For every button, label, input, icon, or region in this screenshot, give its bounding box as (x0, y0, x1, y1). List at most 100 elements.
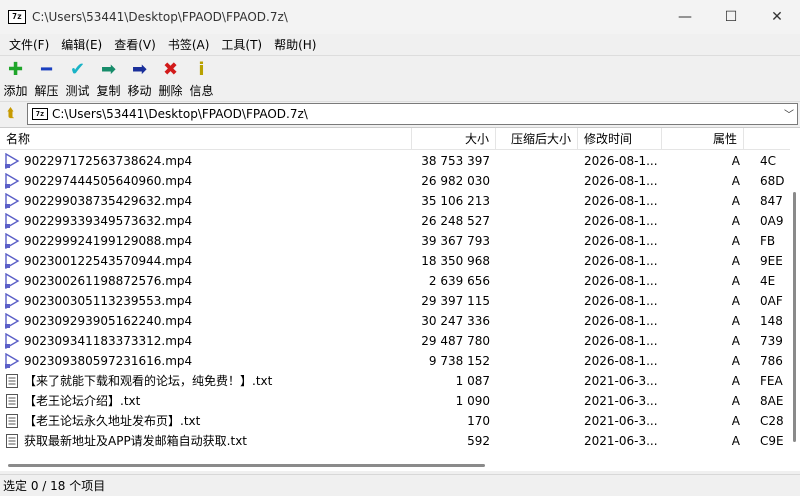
file-name: 902309341183373312.mp4 (24, 334, 193, 348)
file-list[interactable]: 名称 大小 压缩后大小 修改时间 属性 902297172563738624.m… (0, 127, 800, 471)
toolbar-test-button[interactable]: ✔ 测试 (62, 56, 93, 99)
video-file-icon (4, 213, 20, 229)
file-attributes: A (731, 374, 740, 388)
extract-icon: ━ (41, 58, 52, 80)
file-packed-size (496, 251, 572, 271)
horizontal-scroll-thumb[interactable] (8, 464, 485, 467)
maximize-button[interactable]: ☐ (708, 0, 754, 34)
file-name-cell: 获取最新地址及APP请发邮箱自动获取.txt (4, 431, 410, 451)
file-packed-size (496, 191, 572, 211)
file-size: 9 738 152 (428, 354, 490, 368)
video-file-icon (4, 273, 20, 289)
toolbar-extract-button[interactable]: ━ 解压 (31, 56, 62, 99)
text-file-icon (4, 373, 20, 389)
menu-tools[interactable]: 工具(T) (215, 36, 268, 53)
menu-edit[interactable]: 编辑(E) (55, 36, 108, 53)
file-attributes: A (731, 254, 740, 268)
menu-file[interactable]: 文件(F) (3, 36, 55, 53)
file-row[interactable]: 获取最新地址及APP请发邮箱自动获取.txt 592 2021-06-3... A C9… (0, 431, 790, 451)
file-name-cell: 【老王论坛永久地址发布页】.txt (4, 411, 410, 431)
text-file-icon (4, 413, 20, 429)
toolbar-add-button[interactable]: ✚ 添加 (0, 56, 31, 99)
file-crc: 68D (760, 174, 785, 188)
file-size: 35 106 213 (421, 194, 490, 208)
address-input[interactable]: 7z C:\Users\53441\Desktop\FPAOD\FPAOD.7z… (27, 103, 798, 125)
column-header-attributes[interactable]: 属性 (662, 128, 744, 150)
file-row[interactable]: 902309341183373312.mp4 29 487 780 2026-08-… (0, 331, 790, 351)
file-row[interactable]: 902300122543570944.mp4 18 350 968 2026-08-… (0, 251, 790, 271)
file-name: 902297444505640960.mp4 (24, 174, 193, 188)
file-crc: 148 (760, 314, 783, 328)
toolbar-info-button[interactable]: i 信息 (186, 56, 217, 99)
horizontal-scrollbar[interactable] (0, 460, 790, 471)
file-packed-size (496, 151, 572, 171)
toolbar-delete-button[interactable]: ✖ 删除 (155, 56, 186, 99)
menu-bookmarks[interactable]: 书签(A) (162, 36, 216, 53)
menu-view[interactable]: 查看(V) (108, 36, 162, 53)
file-name-cell: 902300305113239553.mp4 (4, 291, 410, 311)
file-crc: FEA (760, 374, 783, 388)
file-crc: FB (760, 234, 776, 248)
file-size: 2 639 656 (428, 274, 490, 288)
column-header-name[interactable]: 名称 (0, 128, 412, 150)
up-folder-icon[interactable]: ⮬ (0, 103, 22, 125)
address-path: C:\Users\53441\Desktop\FPAOD\FPAOD.7z\ (52, 107, 308, 121)
file-row[interactable]: 【来了就能下载和观看的论坛，纯免费！】.txt 1 087 2021-06-3...… (0, 371, 790, 391)
video-file-icon (4, 233, 20, 249)
file-row[interactable]: 902299924199129088.mp4 39 367 793 2026-08-… (0, 231, 790, 251)
close-button[interactable]: ✕ (754, 0, 800, 34)
toolbar-label: 信息 (189, 84, 214, 98)
file-crc: C28 (760, 414, 784, 428)
file-row[interactable]: 902299038735429632.mp4 35 106 213 2026-08-… (0, 191, 790, 211)
file-row[interactable]: 902299339349573632.mp4 26 248 527 2026-08-… (0, 211, 790, 231)
file-row[interactable]: 【老王论坛介绍】.txt 1 090 2021-06-3... A 8AE (0, 391, 790, 411)
video-file-icon (4, 253, 20, 269)
archive-icon: 7z (32, 108, 48, 120)
file-name: 902300122543570944.mp4 (24, 254, 193, 268)
file-name-cell: 【老王论坛介绍】.txt (4, 391, 410, 411)
file-modified: 2026-08-1... (584, 214, 658, 228)
file-modified: 2026-08-1... (584, 154, 658, 168)
toolbar-label: 解压 (34, 84, 59, 98)
vertical-scrollbar[interactable] (790, 128, 800, 471)
file-attributes: A (731, 354, 740, 368)
file-crc: 786 (760, 354, 783, 368)
file-attributes: A (731, 414, 740, 428)
file-row[interactable]: 902300305113239553.mp4 29 397 115 2026-08-… (0, 291, 790, 311)
minimize-button[interactable]: — (662, 0, 708, 34)
file-row[interactable]: 902297444505640960.mp4 26 982 030 2026-08-… (0, 171, 790, 191)
toolbar-move-button[interactable]: ➡ 移动 (124, 56, 155, 99)
text-file-icon (4, 393, 20, 409)
file-packed-size (496, 311, 572, 331)
file-crc: 4E (760, 274, 776, 288)
column-header-packed-size[interactable]: 压缩后大小 (496, 128, 578, 150)
column-header-modified[interactable]: 修改时间 (578, 128, 662, 150)
file-modified: 2026-08-1... (584, 334, 658, 348)
file-row[interactable]: 902309380597231616.mp4 9 738 152 2026-08-1… (0, 351, 790, 371)
file-attributes: A (731, 314, 740, 328)
menu-help[interactable]: 帮助(H) (268, 36, 322, 53)
toolbar-copy-button[interactable]: ➡ 复制 (93, 56, 124, 99)
file-modified: 2026-08-1... (584, 274, 658, 288)
file-name-cell: 902297172563738624.mp4 (4, 151, 410, 171)
column-header-size[interactable]: 大小 (412, 128, 496, 150)
file-size: 30 247 336 (421, 314, 490, 328)
file-row[interactable]: 【老王论坛永久地址发布页】.txt 170 2021-06-3... A C28 (0, 411, 790, 431)
vertical-scroll-thumb[interactable] (793, 192, 796, 442)
file-name: 902309293905162240.mp4 (24, 314, 193, 328)
file-name: 902297172563738624.mp4 (24, 154, 193, 168)
chevron-down-icon[interactable]: ﹀ (784, 106, 794, 121)
file-name-cell: 902309380597231616.mp4 (4, 351, 410, 371)
file-name-cell: 902300122543570944.mp4 (4, 251, 410, 271)
file-name: 902309380597231616.mp4 (24, 354, 193, 368)
file-row[interactable]: 902309293905162240.mp4 30 247 336 2026-08-… (0, 311, 790, 331)
menu-bar: 文件(F) 编辑(E) 查看(V) 书签(A) 工具(T) 帮助(H) (0, 34, 800, 54)
file-packed-size (496, 371, 572, 391)
file-crc: 9EE (760, 254, 783, 268)
file-modified: 2026-08-1... (584, 254, 658, 268)
file-row[interactable]: 902300261198872576.mp4 2 639 656 2026-08-1… (0, 271, 790, 291)
file-row[interactable]: 902297172563738624.mp4 38 753 397 2026-08-… (0, 151, 790, 171)
text-file-icon (4, 433, 20, 449)
file-size: 38 753 397 (421, 154, 490, 168)
column-header-crc[interactable] (744, 128, 790, 150)
